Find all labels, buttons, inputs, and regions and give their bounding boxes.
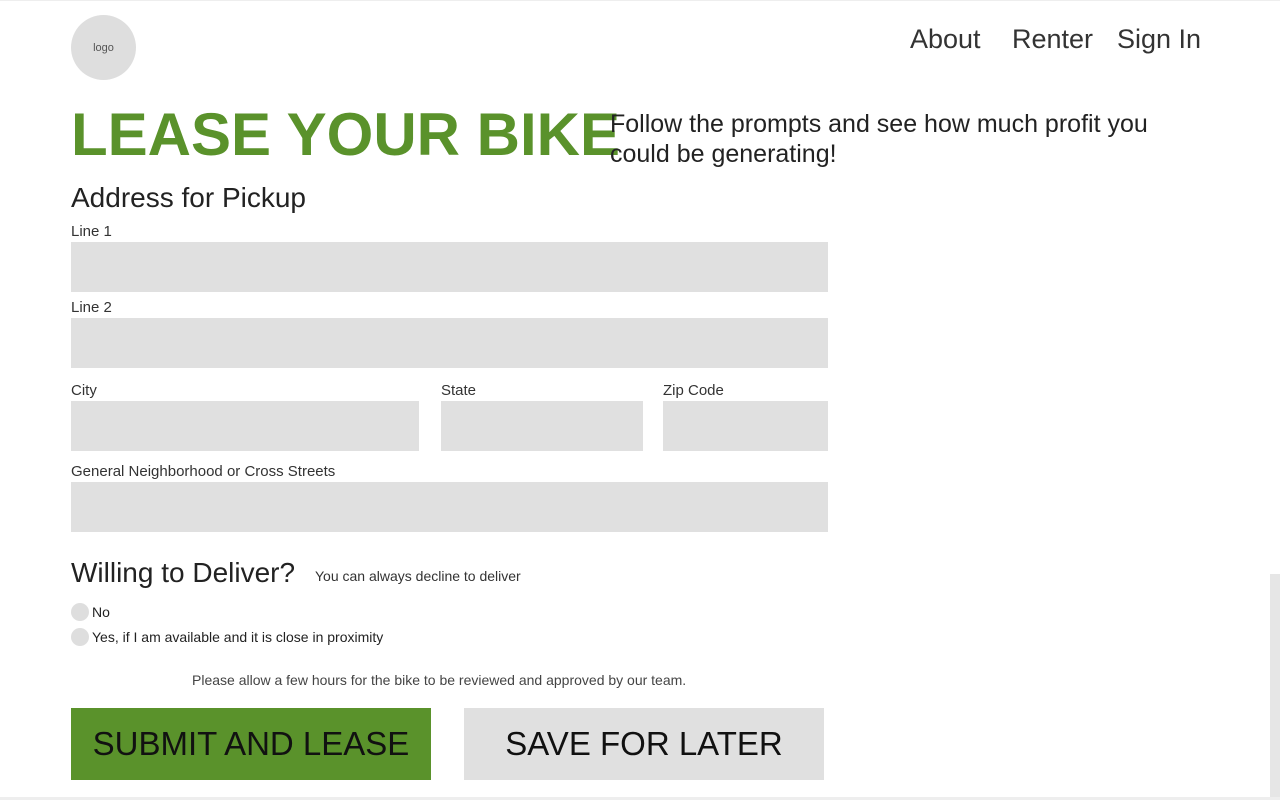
neighborhood-input[interactable] (71, 482, 828, 532)
zip-code-input[interactable] (663, 401, 828, 451)
address-line2-input[interactable] (71, 318, 828, 368)
save-for-later-button[interactable]: SAVE FOR LATER (464, 708, 824, 780)
logo-text: logo (93, 41, 114, 54)
address-line1-input[interactable] (71, 242, 828, 292)
radio-button-no[interactable] (71, 603, 89, 621)
state-input[interactable] (441, 401, 643, 451)
delivery-note: You can always decline to deliver (315, 568, 521, 584)
scrollbar[interactable] (1270, 574, 1280, 798)
nav-link-sign-in[interactable]: Sign In (1117, 22, 1201, 56)
nav-link-about[interactable]: About (910, 22, 981, 56)
neighborhood-label: General Neighborhood or Cross Streets (71, 463, 336, 480)
radio-button-yes[interactable] (71, 628, 89, 646)
submit-and-lease-button[interactable]: SUBMIT AND LEASE (71, 708, 431, 780)
city-label: City (71, 382, 97, 399)
page-top-border (0, 0, 1280, 1)
approval-note: Please allow a few hours for the bike to… (192, 672, 687, 688)
radio-label-no: No (92, 604, 110, 620)
address-section-heading: Address for Pickup (71, 182, 306, 213)
delivery-section-heading: Willing to Deliver? (71, 557, 296, 588)
page-title: LEASE YOUR BIKE (71, 101, 620, 168)
delivery-option-yes[interactable]: Yes, if I am available and it is close i… (71, 627, 383, 647)
state-label: State (441, 382, 477, 399)
line1-label: Line 1 (71, 223, 112, 240)
zip-code-label: Zip Code (663, 382, 724, 399)
logo[interactable]: logo (71, 15, 136, 80)
radio-label-yes: Yes, if I am available and it is close i… (92, 629, 384, 645)
page-subtitle: Follow the prompts and see how much prof… (610, 110, 1148, 168)
line2-label: Line 2 (71, 299, 112, 316)
delivery-option-no[interactable]: No (71, 602, 110, 622)
nav-link-renter[interactable]: Renter (1012, 22, 1093, 56)
city-input[interactable] (71, 401, 419, 451)
